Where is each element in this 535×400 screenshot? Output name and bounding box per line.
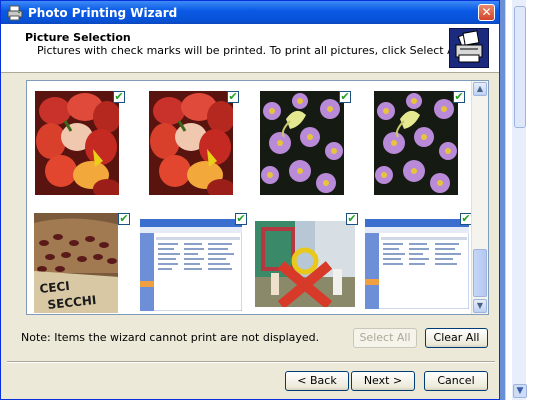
thumbnail[interactable]: ✔ xyxy=(369,81,465,195)
thumbnail[interactable]: ✔ xyxy=(360,203,472,309)
title-bar[interactable]: Photo Printing Wizard ✕ xyxy=(1,1,499,25)
next-button[interactable]: Next > xyxy=(351,371,415,391)
background-scrollbar[interactable]: ▼ xyxy=(512,0,527,400)
picture-checkbox[interactable]: ✔ xyxy=(113,91,125,103)
clear-all-button[interactable]: Clear All xyxy=(425,328,488,348)
flowers-butterfly-image[interactable] xyxy=(374,91,458,195)
chili-peppers-image[interactable] xyxy=(35,91,119,195)
picture-checkbox[interactable]: ✔ xyxy=(118,213,130,225)
thumbnail[interactable]: ✔ xyxy=(30,81,125,195)
thumbnail[interactable]: ✔ xyxy=(250,203,358,307)
background-scroll-down-arrow[interactable]: ▼ xyxy=(513,384,527,398)
thumbnail[interactable]: ✔ xyxy=(144,81,239,195)
picture-checkbox[interactable]: ✔ xyxy=(453,91,465,103)
sculpture-image[interactable] xyxy=(255,221,355,307)
scroll-thumb[interactable] xyxy=(473,249,487,297)
thumbnail[interactable]: CECI SECCHI ✔ xyxy=(29,203,130,313)
thumbnail[interactable]: ✔ xyxy=(255,81,351,195)
cancel-button[interactable]: Cancel xyxy=(424,371,488,391)
background-scroll-thumb[interactable] xyxy=(514,6,526,128)
wizard-window: Photo Printing Wizard ✕ Picture Selectio… xyxy=(0,0,500,400)
picture-checkbox[interactable]: ✔ xyxy=(227,91,239,103)
note-text: Note: Items the wizard cannot print are … xyxy=(21,331,320,344)
close-button[interactable]: ✕ xyxy=(478,4,495,21)
back-button[interactable]: < Back xyxy=(285,371,349,391)
button-separator xyxy=(7,361,495,363)
picture-list-scrollbar[interactable]: ▲ ▼ xyxy=(471,81,488,314)
picture-checkbox[interactable]: ✔ xyxy=(235,213,247,225)
picture-checkbox[interactable]: ✔ xyxy=(346,213,358,225)
select-all-button[interactable]: Select All xyxy=(353,328,417,348)
screenshot-image[interactable] xyxy=(140,219,242,311)
flowers-butterfly-image[interactable] xyxy=(260,91,344,195)
printer-wizard-icon xyxy=(449,28,489,68)
window-title: Photo Printing Wizard xyxy=(28,6,178,20)
thumbnail[interactable]: ✔ xyxy=(135,203,247,311)
chili-peppers-image[interactable] xyxy=(149,91,233,195)
picture-list: ✔ ✔ ✔ ✔ CECI SECCHI ✔ ✔ ✔ ✔ ▲ ▼ xyxy=(26,80,489,315)
page-title: Picture Selection xyxy=(25,31,131,44)
picture-checkbox[interactable]: ✔ xyxy=(339,91,351,103)
scroll-down-button[interactable]: ▼ xyxy=(473,299,487,313)
scroll-up-button[interactable]: ▲ xyxy=(473,82,487,96)
page-subtitle: Pictures with check marks will be printe… xyxy=(37,44,465,57)
wizard-header: Picture Selection Pictures with check ma… xyxy=(1,24,499,73)
screenshot-image[interactable] xyxy=(365,219,469,309)
printer-app-icon xyxy=(7,5,23,21)
beans-sack-image[interactable]: CECI SECCHI xyxy=(34,213,118,313)
